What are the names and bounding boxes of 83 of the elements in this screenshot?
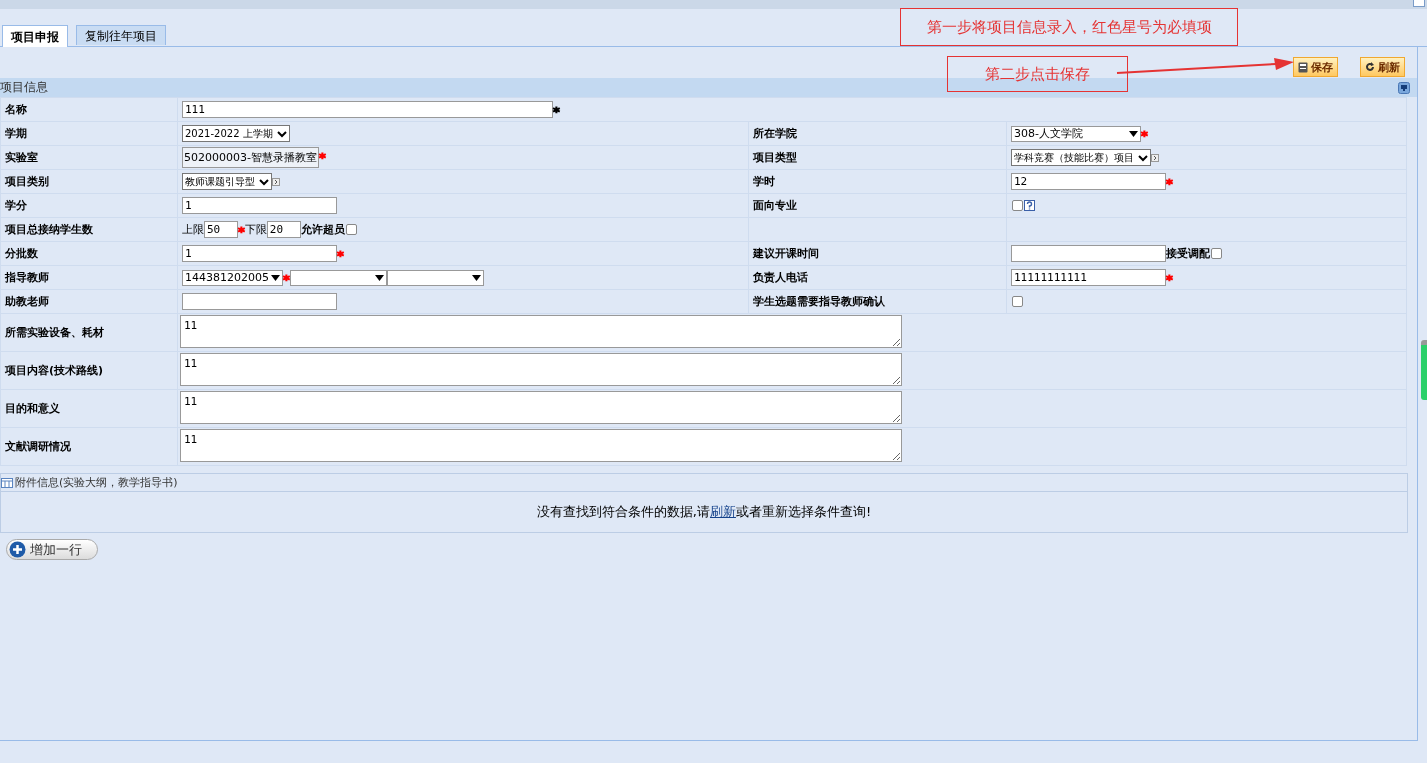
field-label: 学生选题需要指导教师确认 [753,295,885,308]
refresh-link[interactable]: 刷新 [709,504,736,519]
tab[interactable]: 复制往年项目 [76,25,166,45]
field-label: 实验室 [5,151,38,164]
select-field[interactable]: 2021-2022 上学期 [182,125,290,142]
refresh-button[interactable]: 刷新 [1360,57,1405,77]
text-field[interactable]: 1 [182,197,337,214]
combo-field[interactable]: 144381202005 [182,269,283,286]
empty-message: 没有查找到符合条件的数据,请刷新或者重新选择条件查询! [536,503,872,521]
field-label: 所在学院 [753,127,797,140]
checkbox[interactable] [345,224,357,235]
text-field[interactable]: 11111111111 [1011,269,1166,286]
text-field[interactable] [182,293,337,310]
field-caption: 允许超员 [300,222,345,237]
field-caption: 接受调配 [1166,246,1210,261]
field-label: 所需实验设备、耗材 [5,326,104,339]
text-area[interactable]: 11 [180,391,902,424]
section-title: 项目信息 [0,79,48,96]
field-label: 建议开课时间 [753,247,819,260]
text-area[interactable]: 11 [180,315,902,348]
text-field[interactable]: 1 [182,245,337,262]
required-mark: * [238,223,245,239]
checkbox[interactable] [1012,296,1023,307]
combo-field[interactable] [289,269,387,286]
plus-icon [9,541,26,558]
field-caption: 上限 [182,222,204,237]
required-mark: * [553,103,560,119]
combo-field[interactable]: 308-人文学院 [1011,125,1141,142]
collapse-icon[interactable] [1398,81,1410,94]
required-mark: * [1166,175,1173,191]
number-field[interactable]: 50 [204,221,238,238]
text-field[interactable]: 12 [1011,173,1166,190]
checkbox[interactable] [1012,200,1023,211]
text-field[interactable] [1011,245,1166,262]
expand-icon[interactable] [1151,153,1159,162]
number-field[interactable]: 20 [266,221,301,238]
required-mark: * [283,271,290,287]
dropdown-icon [471,274,481,281]
text-area[interactable]: 11 [180,429,902,462]
chevron-icon [276,129,287,138]
dropdown-icon [374,274,384,281]
chevron-icon [259,177,269,186]
expand-icon[interactable] [272,177,280,186]
field-label: 目的和意义 [5,402,60,415]
dropdown-icon [1129,130,1138,137]
required-mark: * [318,150,326,165]
save-button[interactable]: 保存 [1293,57,1338,77]
field-label: 学分 [5,199,27,212]
chevron-icon [1138,153,1148,162]
field-label: 项目类型 [753,151,797,164]
dropdown-icon [271,274,280,281]
checkbox[interactable] [1211,248,1222,259]
required-mark: * [1166,271,1173,287]
field-label: 文献调研情况 [5,440,71,453]
field-label: 名称 [5,103,27,116]
annotation-note: 第二步点击保存 [947,56,1128,92]
required-mark: * [1141,127,1148,143]
readonly-field[interactable]: 502000003-智慧录播教室 [182,147,319,168]
field-label: 学期 [5,127,27,140]
annotation-note: 第一步将项目信息录入，红色星号为必填项 [900,8,1238,46]
field-label: 助教老师 [5,295,49,308]
combo-field[interactable] [386,269,484,286]
tab[interactable]: 项目申报 [2,25,68,47]
select-field[interactable]: 学科竞赛（技能比赛）项目 [1011,149,1151,166]
field-label: 负责人电话 [753,271,808,284]
refresh-icon [1365,62,1375,72]
field-label: 分批数 [5,247,38,260]
field-caption: 下限 [244,222,267,237]
required-mark: * [337,247,344,263]
field-label: 面向专业 [753,199,797,212]
add-row-button[interactable]: 增加一行 [6,539,98,560]
field-label: 指导教师 [5,271,49,284]
text-field[interactable]: 111 [182,101,553,118]
field-label: 项目总接纳学生数 [5,223,93,236]
field-label: 项目类别 [5,175,49,188]
text-area[interactable]: 11 [180,353,902,386]
field-label: 项目内容(技术路线) [5,364,104,377]
attachment-title: 附件信息(实验大纲，教学指导书) [15,475,178,490]
help-icon[interactable] [1024,200,1035,211]
side-handle[interactable] [1421,340,1427,400]
field-label: 学时 [753,175,775,188]
table-icon [1,477,13,488]
select-field[interactable]: 教师课题引导型 [182,173,272,190]
